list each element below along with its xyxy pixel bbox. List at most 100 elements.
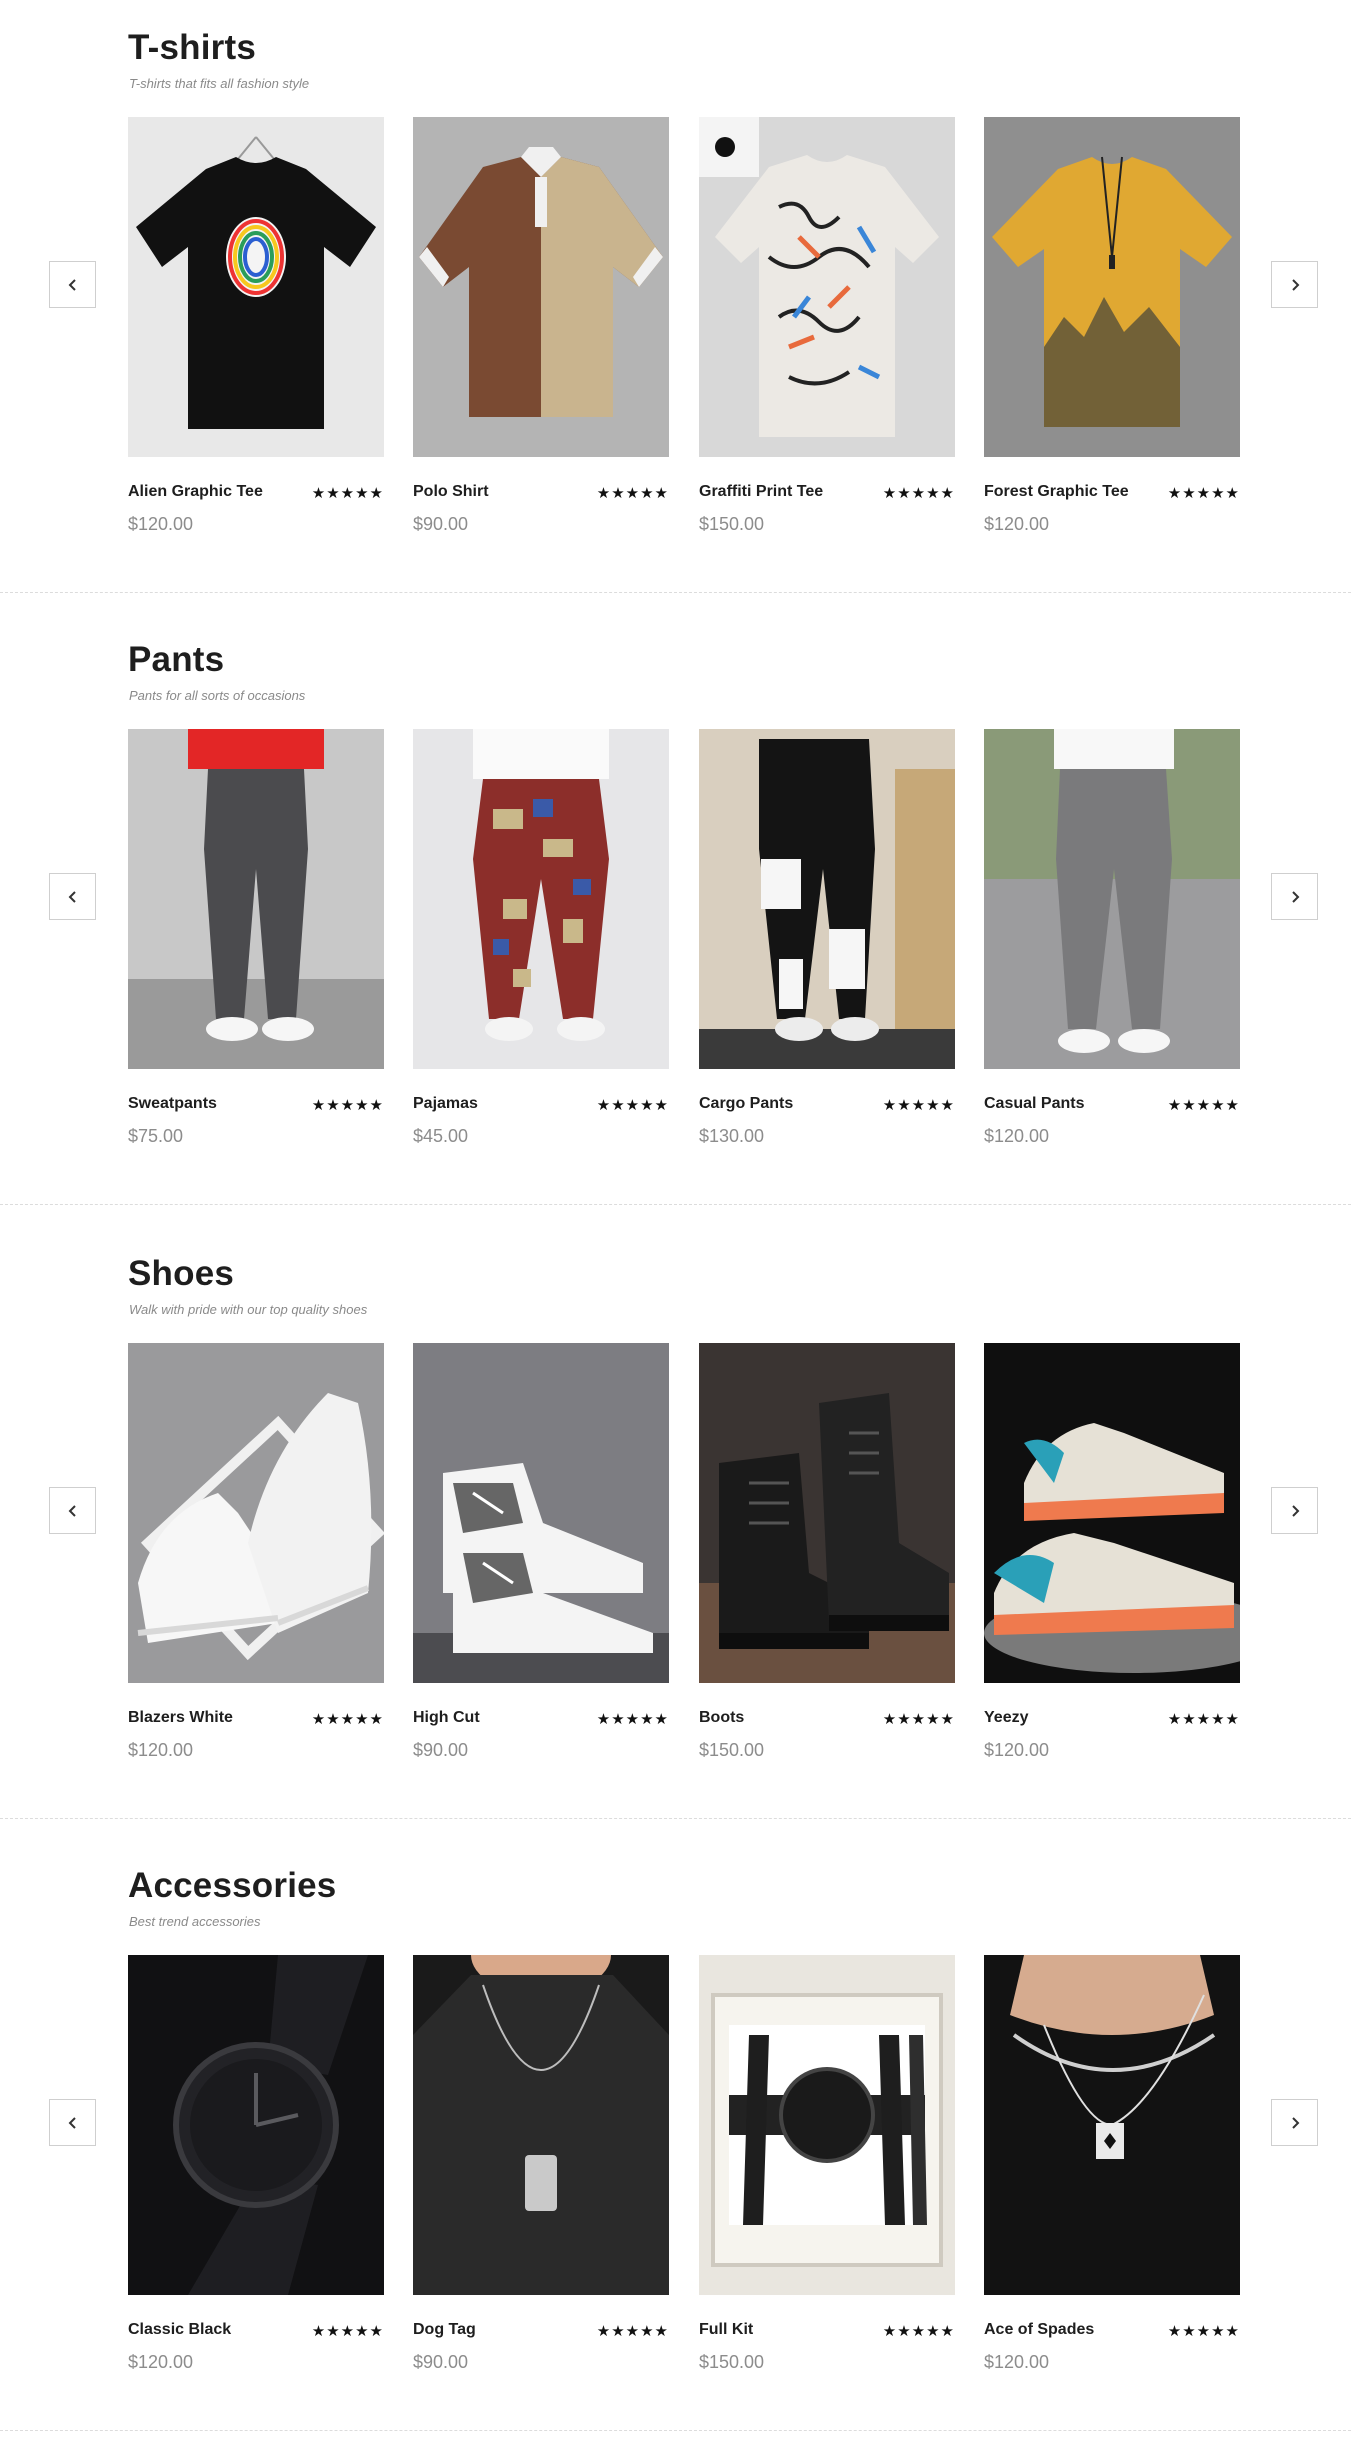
product-price: $150.00 (699, 1740, 765, 1760)
product-price: $90.00 (413, 1740, 469, 1760)
product-card[interactable]: Dog Tag ★★★★★ $90.00 (413, 1955, 669, 2395)
rating-stars: ★★★★★ (311, 485, 384, 502)
product-price: $45.00 (413, 1126, 469, 1146)
product-price: $130.00 (699, 1126, 765, 1146)
product-price: $120.00 (128, 2352, 194, 2372)
product-image[interactable] (984, 729, 1240, 1069)
product-image[interactable] (984, 1343, 1240, 1683)
rating-stars: ★★★★★ (1167, 485, 1240, 502)
carousel-next-button[interactable] (1271, 1487, 1318, 1534)
product-name[interactable]: Alien Graphic Tee (128, 483, 263, 501)
rating-stars: ★★★★★ (882, 1711, 955, 1728)
section-title: Pants (128, 640, 225, 679)
rating-stars: ★★★★★ (882, 485, 955, 502)
product-card[interactable]: Cargo Pants ★★★★★ $130.00 (699, 729, 955, 1169)
rating-stars: ★★★★★ (1167, 2323, 1240, 2340)
section-title: Accessories (128, 1866, 337, 1905)
product-card[interactable]: Yeezy ★★★★★ $120.00 (984, 1343, 1240, 1783)
chevron-left-icon (68, 278, 76, 291)
product-price: $150.00 (699, 2352, 765, 2372)
rating-stars: ★★★★★ (311, 1097, 384, 1114)
chevron-right-icon (1291, 1504, 1299, 1517)
section-subtitle: Walk with pride with our top quality sho… (129, 1302, 368, 1317)
product-price: $150.00 (699, 514, 765, 534)
product-image[interactable] (413, 117, 669, 457)
chevron-right-icon (1291, 278, 1299, 291)
rating-stars: ★★★★★ (882, 1097, 955, 1114)
product-name[interactable]: Boots (699, 1709, 744, 1727)
product-card[interactable]: Pajamas ★★★★★ $45.00 (413, 729, 669, 1169)
rating-stars: ★★★★★ (311, 1711, 384, 1728)
product-name[interactable]: Pajamas (413, 1095, 478, 1113)
product-image[interactable] (984, 117, 1240, 457)
product-image[interactable] (699, 1343, 955, 1683)
carousel-next-button[interactable] (1271, 261, 1318, 308)
chevron-left-icon (68, 1504, 76, 1517)
product-price: $120.00 (128, 1740, 194, 1760)
product-price: $120.00 (984, 2352, 1050, 2372)
product-name[interactable]: Classic Black (128, 2321, 231, 2339)
product-card[interactable]: Polo Shirt ★★★★★ $90.00 (413, 117, 669, 557)
section-divider (0, 2430, 1351, 2431)
product-name[interactable]: Dog Tag (413, 2321, 476, 2339)
product-image[interactable] (984, 1955, 1240, 2295)
rating-stars: ★★★★★ (596, 1097, 669, 1114)
product-image[interactable] (413, 729, 669, 1069)
product-image[interactable] (128, 1955, 384, 2295)
rating-stars: ★★★★★ (882, 2323, 955, 2340)
product-name[interactable]: Full Kit (699, 2321, 753, 2339)
carousel-prev-button[interactable] (49, 873, 96, 920)
product-name[interactable]: Blazers White (128, 1709, 233, 1727)
product-card[interactable]: Blazers White ★★★★★ $120.00 (128, 1343, 384, 1783)
product-image[interactable] (413, 1955, 669, 2295)
rating-stars: ★★★★★ (596, 485, 669, 502)
chevron-left-icon (68, 890, 76, 903)
product-name[interactable]: Ace of Spades (984, 2321, 1094, 2339)
product-name[interactable]: Polo Shirt (413, 483, 489, 501)
product-name[interactable]: Yeezy (984, 1709, 1028, 1727)
product-image[interactable] (699, 117, 955, 457)
product-name[interactable]: Forest Graphic Tee (984, 483, 1129, 501)
carousel-next-button[interactable] (1271, 2099, 1318, 2146)
product-card[interactable]: Boots ★★★★★ $150.00 (699, 1343, 955, 1783)
section-accessories: Accessories Best trend accessories Class… (0, 1838, 1351, 2450)
section-pants: Pants Pants for all sorts of occasions S… (0, 612, 1351, 1224)
product-card[interactable]: Alien Graphic Tee ★★★★★ $120.00 (128, 117, 384, 557)
rating-stars: ★★★★★ (596, 1711, 669, 1728)
product-card[interactable]: Sweatpants ★★★★★ $75.00 (128, 729, 384, 1169)
product-card[interactable]: Full Kit ★★★★★ $150.00 (699, 1955, 955, 2395)
product-image[interactable] (128, 1343, 384, 1683)
product-card[interactable]: Graffiti Print Tee ★★★★★ $150.00 (699, 117, 955, 557)
product-price: $120.00 (984, 514, 1050, 534)
carousel-prev-button[interactable] (49, 2099, 96, 2146)
product-image[interactable] (128, 729, 384, 1069)
product-name[interactable]: Cargo Pants (699, 1095, 793, 1113)
section-subtitle: T-shirts that fits all fashion style (129, 76, 310, 91)
product-price: $90.00 (413, 514, 469, 534)
rating-stars: ★★★★★ (1167, 1097, 1240, 1114)
product-price: $120.00 (984, 1126, 1050, 1146)
product-card[interactable]: Ace of Spades ★★★★★ $120.00 (984, 1955, 1240, 2395)
chevron-left-icon (68, 2116, 76, 2129)
section-divider (0, 1818, 1351, 1819)
carousel-next-button[interactable] (1271, 873, 1318, 920)
product-image[interactable] (699, 1955, 955, 2295)
carousel-prev-button[interactable] (49, 261, 96, 308)
carousel-prev-button[interactable] (49, 1487, 96, 1534)
product-card[interactable]: Forest Graphic Tee ★★★★★ $120.00 (984, 117, 1240, 557)
product-name[interactable]: Graffiti Print Tee (699, 483, 823, 501)
product-image[interactable] (128, 117, 384, 457)
rating-stars: ★★★★★ (1167, 1711, 1240, 1728)
section-subtitle: Best trend accessories (129, 1914, 261, 1929)
product-price: $75.00 (128, 1126, 184, 1146)
product-card[interactable]: Classic Black ★★★★★ $120.00 (128, 1955, 384, 2395)
product-name[interactable]: Sweatpants (128, 1095, 217, 1113)
section-subtitle: Pants for all sorts of occasions (129, 688, 306, 703)
product-card[interactable]: High Cut ★★★★★ $90.00 (413, 1343, 669, 1783)
product-price: $90.00 (413, 2352, 469, 2372)
product-card[interactable]: Casual Pants ★★★★★ $120.00 (984, 729, 1240, 1169)
product-image[interactable] (699, 729, 955, 1069)
product-name[interactable]: High Cut (413, 1709, 480, 1727)
product-name[interactable]: Casual Pants (984, 1095, 1084, 1113)
product-image[interactable] (413, 1343, 669, 1683)
